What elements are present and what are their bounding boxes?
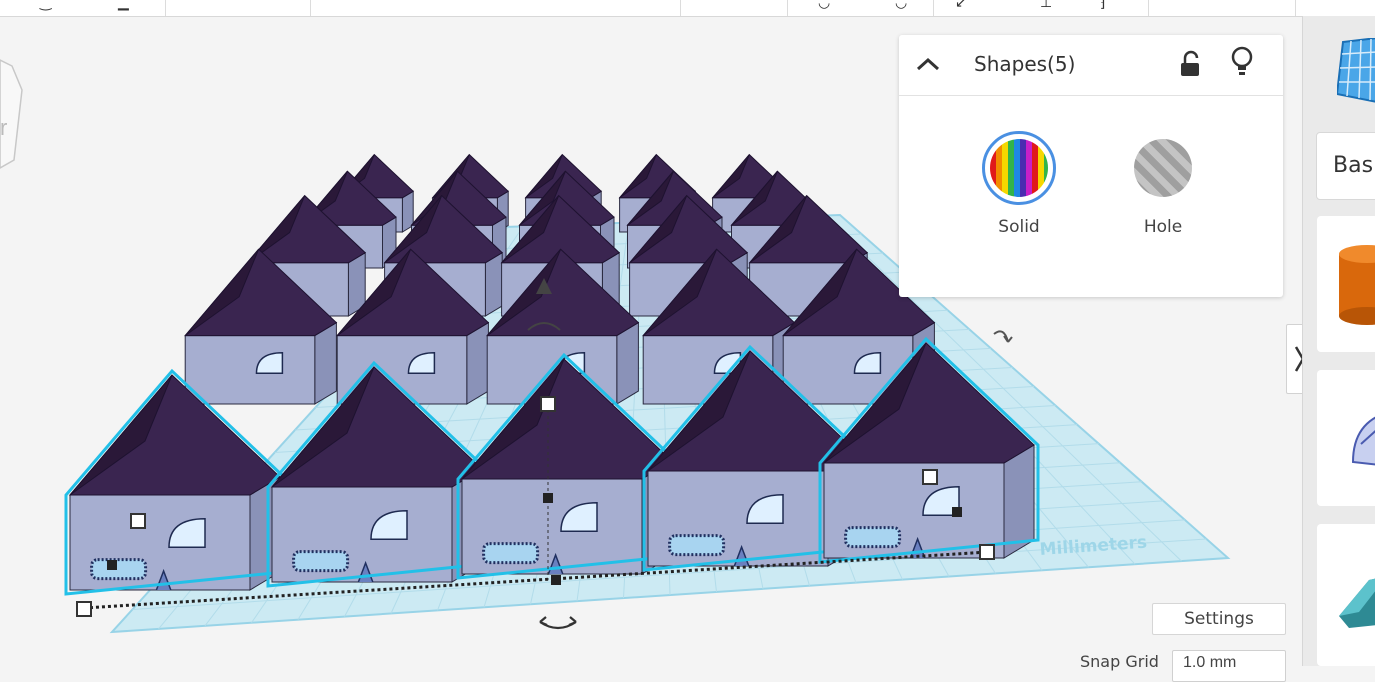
lightbulb-icon[interactable]: [1229, 45, 1255, 79]
scale-handle[interactable]: [540, 396, 556, 412]
cylinder-shape-icon: [1339, 245, 1375, 325]
shape-card-cylinder[interactable]: [1317, 216, 1375, 352]
settings-button[interactable]: Settings: [1152, 603, 1286, 635]
toolbar-divider: [787, 0, 788, 16]
shape-card-paraboloid[interactable]: [1317, 370, 1375, 506]
shape-inspector-panel: Shapes(5) Solid Hole: [899, 35, 1283, 297]
toolbar-tool-icon[interactable]: ⊥: [1040, 0, 1052, 11]
rotate-handle-right[interactable]: [993, 330, 1013, 343]
svg-text:r: r: [0, 115, 7, 140]
move-handle[interactable]: [952, 507, 962, 517]
hole-label: Hole: [1143, 217, 1183, 237]
solid-option[interactable]: Solid: [974, 131, 1064, 237]
toolbar-tool-icon[interactable]: ⁆: [1100, 0, 1105, 11]
scale-handle[interactable]: [922, 469, 938, 485]
toolbar-divider: [680, 0, 681, 16]
move-handle[interactable]: [543, 493, 553, 503]
solid-label: Solid: [998, 217, 1040, 237]
move-handle[interactable]: [551, 575, 561, 585]
view-cube[interactable]: r: [0, 59, 23, 169]
snap-grid-select[interactable]: 1.0 mm: [1172, 650, 1286, 682]
snap-grid-label: Snap Grid: [1080, 652, 1159, 671]
toolbar-divider: [933, 0, 934, 16]
scale-handle[interactable]: [130, 513, 146, 529]
striped-hole-icon: [1126, 131, 1200, 205]
toolbar-tool-icon[interactable]: ↙: [955, 0, 967, 11]
toolbar-tool-icon[interactable]: ‿: [40, 0, 51, 11]
snap-grid-value: 1.0 mm: [1183, 654, 1237, 671]
shape-category-dropdown[interactable]: Basi: [1316, 132, 1375, 200]
hole-option[interactable]: Hole: [1118, 131, 1208, 237]
scale-handle[interactable]: [76, 601, 92, 617]
toolbar-divider: [1295, 0, 1296, 16]
shape-card-wedge[interactable]: [1317, 524, 1375, 666]
rotate-handle-bottom[interactable]: [539, 616, 577, 630]
scale-handle[interactable]: [979, 544, 995, 560]
toolbar-divider: [1148, 0, 1149, 16]
unlock-icon[interactable]: [1179, 49, 1203, 79]
toolbar-divider: [310, 0, 311, 16]
inspector-header: Shapes(5): [899, 35, 1283, 96]
toolbar-tool-icon[interactable]: ◡: [895, 0, 907, 11]
house-array[interactable]: [64, 153, 1040, 610]
shape-category-label: Basi: [1333, 153, 1375, 178]
rainbow-solid-icon: [982, 131, 1056, 205]
move-handle[interactable]: [107, 560, 117, 570]
inspector-title: Shapes(5): [974, 52, 1076, 76]
toolbar-tool-icon[interactable]: ▁: [118, 0, 129, 11]
chevron-up-icon[interactable]: [913, 51, 943, 79]
toolbar-tool-icon[interactable]: ◡: [818, 0, 830, 11]
workplane-grid-icon[interactable]: [1337, 38, 1375, 104]
wedge-shape-icon: [1339, 578, 1375, 628]
shape-library-sidebar: [1302, 16, 1375, 666]
toolbar-divider: [165, 0, 166, 16]
paraboloid-shape-icon: [1351, 416, 1375, 466]
top-toolbar: ‿ ▁ ◡ ◡ ↙ ⊥ ⁆: [0, 0, 1375, 17]
